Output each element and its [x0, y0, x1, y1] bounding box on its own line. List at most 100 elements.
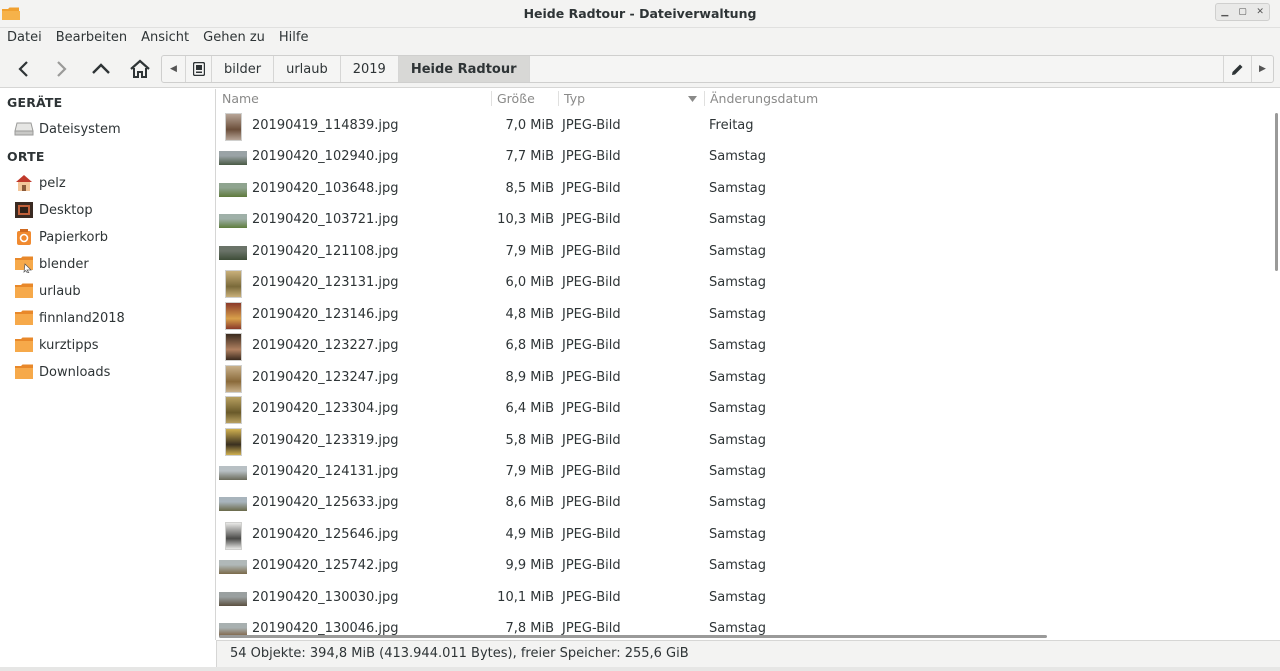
title-bar: Heide Radtour - Dateiverwaltung ▁ ▢ ✕	[0, 0, 1280, 28]
menu-ansicht[interactable]: Ansicht	[134, 28, 196, 50]
trash-icon	[14, 228, 34, 246]
file-type: JPEG-Bild	[562, 369, 621, 385]
file-name: 20190419_114839.jpg	[252, 118, 399, 133]
file-row[interactable]: 20190420_123247.jpg 8,9 MiB JPEG-Bild Samst…	[217, 363, 1267, 394]
menu-datei[interactable]: Datei	[0, 28, 49, 50]
column-header-name[interactable]: Name	[222, 89, 259, 108]
file-row[interactable]: 20190420_121108.jpg 7,9 MiB JPEG-Bild Samst…	[217, 237, 1267, 268]
file-row[interactable]: 20190420_125742.jpg 9,9 MiB JPEG-Bild Samst…	[217, 551, 1267, 582]
image-thumbnail	[225, 427, 242, 456]
image-thumbnail	[219, 214, 247, 229]
column-separator[interactable]	[491, 91, 492, 106]
file-date: Samstag	[709, 369, 766, 385]
back-button[interactable]	[7, 55, 41, 83]
sidebar-item-label: pelz	[39, 175, 66, 191]
sidebar-item-kurztipps[interactable]: kurztipps	[14, 334, 99, 356]
file-date: Samstag	[709, 621, 766, 637]
file-date: Samstag	[709, 401, 766, 417]
file-name: 20190420_130046.jpg	[252, 621, 399, 637]
home-button[interactable]	[123, 55, 157, 83]
file-name: 20190420_103648.jpg	[252, 180, 399, 196]
file-type: JPEG-Bild	[562, 306, 621, 322]
sidebar-item-label: blender	[39, 256, 89, 272]
close-icon[interactable]: ✕	[1253, 6, 1267, 18]
home-icon	[130, 59, 150, 78]
sidebar-item-downloads[interactable]: Downloads	[14, 361, 110, 383]
sidebar-item-label: Papierkorb	[39, 229, 109, 245]
sidebar-item-label: Dateisystem	[39, 121, 121, 137]
up-button[interactable]	[84, 55, 118, 83]
sidebar-item-label: finnland2018	[39, 310, 125, 326]
minimize-icon[interactable]: ▁	[1218, 6, 1232, 18]
drive-icon	[14, 120, 34, 138]
column-separator[interactable]	[704, 91, 705, 106]
image-thumbnail	[225, 521, 242, 550]
file-type: JPEG-Bild	[562, 463, 621, 479]
file-name: 20190420_125633.jpg	[252, 495, 399, 511]
vertical-scrollbar[interactable]	[1275, 113, 1278, 271]
sidebar-item-label: Downloads	[39, 364, 111, 380]
sidebar-bottom	[0, 640, 216, 667]
menu-hilfe[interactable]: Hilfe	[272, 28, 316, 50]
folder-icon	[14, 282, 34, 300]
image-thumbnail	[225, 396, 242, 425]
image-thumbnail	[225, 301, 242, 330]
sidebar-item-pelz[interactable]: pelz	[14, 172, 66, 194]
file-size: 4,9 MiB	[505, 526, 554, 542]
file-row[interactable]: 20190420_103648.jpg 8,5 MiB JPEG-Bild Samst…	[217, 174, 1267, 205]
column-header-size[interactable]: Größe	[497, 89, 535, 108]
sidebar-item-dateisystem[interactable]: Dateisystem	[14, 118, 121, 140]
sidebar-item-label: Desktop	[39, 202, 93, 218]
edit-path-button[interactable]	[1223, 56, 1251, 82]
file-row[interactable]: 20190420_124131.jpg 7,9 MiB JPEG-Bild Samst…	[217, 457, 1267, 488]
path-root-button[interactable]	[186, 56, 212, 82]
file-size: 9,9 MiB	[505, 558, 554, 574]
file-row[interactable]: 20190420_102940.jpg 7,7 MiB JPEG-Bild Samst…	[217, 142, 1267, 173]
file-row[interactable]: 20190420_123227.jpg 6,8 MiB JPEG-Bild Samst…	[217, 331, 1267, 362]
file-name: 20190420_123131.jpg	[252, 275, 399, 291]
breadcrumb-urlaub[interactable]: urlaub	[274, 56, 341, 82]
folder-icon	[14, 363, 34, 381]
window-controls: ▁ ▢ ✕	[1215, 3, 1270, 21]
file-size: 7,9 MiB	[505, 243, 554, 259]
sort-descending-icon	[688, 96, 697, 102]
file-row[interactable]: 20190420_103721.jpg 10,3 MiB JPEG-Bild Sams…	[217, 205, 1267, 236]
file-row[interactable]: 20190420_123319.jpg 5,8 MiB JPEG-Bild Samst…	[217, 426, 1267, 457]
maximize-icon[interactable]: ▢	[1235, 6, 1249, 18]
status-text: 54 Objekte: 394,8 MiB (413.944.011 Bytes…	[230, 646, 689, 661]
file-row[interactable]: 20190419_114839.jpg 7,0 MiB JPEG-Bild Freit…	[217, 111, 1267, 142]
sidebar-item-desktop[interactable]: Desktop	[14, 199, 93, 221]
file-type: JPEG-Bild	[562, 401, 621, 417]
file-date: Samstag	[709, 432, 766, 448]
back-icon	[18, 61, 28, 77]
up-icon	[92, 63, 110, 74]
menu-gehen-zu[interactable]: Gehen zu	[196, 28, 272, 50]
menu-bearbeiten[interactable]: Bearbeiten	[49, 28, 134, 50]
file-name: 20190420_130030.jpg	[252, 589, 399, 605]
sidebar-item-papierkorb[interactable]: Papierkorb	[14, 226, 108, 248]
column-separator[interactable]	[558, 91, 559, 106]
file-row[interactable]: 20190420_123304.jpg 6,4 MiB JPEG-Bild Samst…	[217, 394, 1267, 425]
sidebar-item-finnland2018[interactable]: finnland2018	[14, 307, 125, 329]
breadcrumb-heide-radtour[interactable]: Heide Radtour	[398, 56, 530, 82]
file-size: 4,8 MiB	[505, 306, 554, 322]
path-scroll-right-icon[interactable]: ▶	[1251, 56, 1273, 82]
file-row[interactable]: 20190420_125646.jpg 4,9 MiB JPEG-Bild Samst…	[217, 520, 1267, 551]
file-row[interactable]: 20190420_130030.jpg 10,1 MiB JPEG-Bild Sams…	[217, 583, 1267, 614]
file-row[interactable]: 20190420_123146.jpg 4,8 MiB JPEG-Bild Samst…	[217, 300, 1267, 331]
breadcrumb-bilder[interactable]: bilder	[212, 56, 275, 82]
file-row[interactable]: 20190420_123131.jpg 6,0 MiB JPEG-Bild Samst…	[217, 268, 1267, 299]
breadcrumb-2019[interactable]: 2019	[341, 56, 399, 82]
file-date: Samstag	[709, 180, 766, 196]
image-thumbnail	[219, 151, 247, 166]
file-row[interactable]: 20190420_125633.jpg 8,6 MiB JPEG-Bild Samst…	[217, 488, 1267, 519]
column-header-type[interactable]: Typ	[564, 89, 585, 108]
file-date: Samstag	[709, 149, 766, 165]
horizontal-scrollbar[interactable]	[219, 635, 1047, 638]
forward-button[interactable]	[44, 55, 78, 83]
column-header-date[interactable]: Änderungsdatum	[710, 89, 818, 108]
path-scroll-left-icon[interactable]: ◀	[162, 56, 186, 82]
sidebar: GERÄTE Dateisystem ORTE pelz Desktop Pap…	[0, 89, 216, 640]
sidebar-item-blender[interactable]: blender	[14, 253, 89, 275]
sidebar-item-urlaub[interactable]: urlaub	[14, 280, 81, 302]
